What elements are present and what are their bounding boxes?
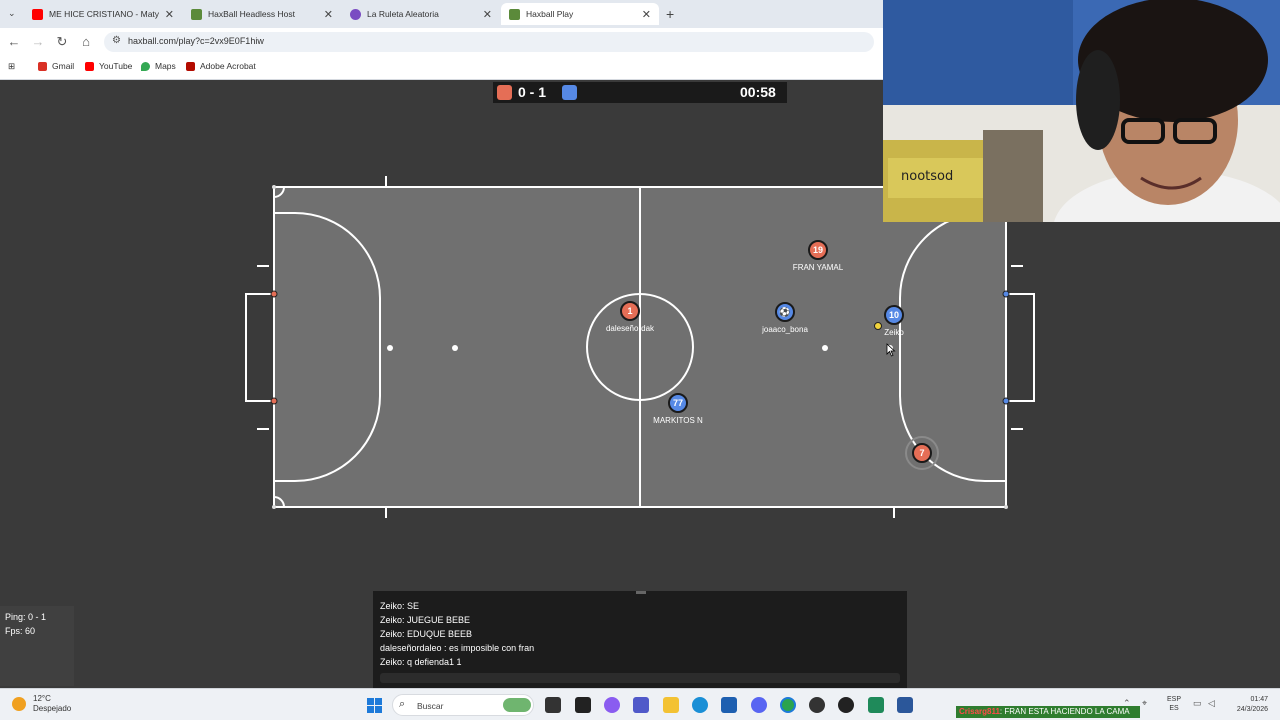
- red-goal-post: [270, 290, 278, 298]
- weather-sun-icon[interactable]: [12, 697, 26, 711]
- left-goal: [245, 293, 274, 402]
- ticker-username: Crisarg811: [959, 707, 1000, 716]
- search-placeholder: Buscar: [417, 701, 444, 711]
- taskbar-date: 24/3/2026: [1236, 706, 1268, 713]
- corner-dot: [272, 505, 276, 509]
- language-indicator[interactable]: ESP ES: [1167, 695, 1181, 713]
- ping-readout: Ping: 0 - 1: [5, 612, 47, 622]
- chat-panel: Zeiko: SE Zeiko: JUEGUE BEBE Zeiko: EDUQ…: [373, 591, 907, 688]
- player-name: daleseñordak: [605, 324, 655, 333]
- fps-readout: Fps: 60: [5, 626, 36, 636]
- player-name: MARKITOS N: [653, 416, 703, 425]
- streamer-webcam-image: nootsod: [883, 0, 1280, 222]
- search-highlight-icon: [503, 698, 531, 712]
- word-icon[interactable]: [897, 697, 913, 713]
- player-number: 7: [919, 448, 925, 458]
- search-icon: ⌕: [399, 698, 406, 710]
- weather-temp: 12°C: [33, 694, 51, 703]
- player-number: 10: [888, 310, 899, 320]
- webcam-overlay: nootsod: [883, 0, 1280, 222]
- player-disc-blue: 10: [884, 305, 904, 325]
- teams-icon[interactable]: [633, 697, 649, 713]
- ball: [874, 322, 882, 330]
- ticker-message: : FRAN ESTA HACIENDO LA CAMA: [999, 707, 1130, 716]
- stream-chat-ticker: Crisarg811: FRAN ESTA HACIENDO LA CAMA: [956, 706, 1140, 718]
- taskbar-time: 01:47: [1250, 696, 1268, 703]
- penalty-spot: [387, 345, 393, 351]
- chat-message: Zeiko: q defienda1 1: [380, 657, 462, 667]
- player-disc-red: 19: [808, 240, 828, 260]
- weather-desc: Despejado: [33, 704, 72, 713]
- player-name: joaaco_bona: [762, 325, 808, 334]
- task-view-icon[interactable]: [545, 697, 561, 713]
- chat-message: Zeiko: JUEGUE BEBE: [380, 615, 471, 625]
- player-disc-red: 1: [620, 301, 640, 321]
- weather-widget[interactable]: 12°C Despejado: [33, 694, 71, 714]
- media-player-icon[interactable]: [838, 697, 854, 713]
- second-penalty-spot: [822, 345, 828, 351]
- right-goal: [1006, 293, 1035, 402]
- capcut-icon[interactable]: [575, 697, 591, 713]
- mouse-cursor-icon: [886, 343, 896, 357]
- chat-message: Zeiko: EDUQUE BEEB: [380, 629, 473, 639]
- player-number: 1: [627, 306, 633, 316]
- player-name: FRAN YAMAL: [792, 263, 844, 272]
- match-clock: 00:58: [740, 84, 776, 100]
- file-explorer-icon[interactable]: [663, 697, 679, 713]
- player-number: 19: [812, 245, 823, 255]
- chat-resize-handle[interactable]: [636, 591, 646, 594]
- windows-start-icon[interactable]: [367, 698, 382, 713]
- svg-text:nootsod: nootsod: [901, 169, 953, 184]
- score-text: 0 - 1: [518, 84, 547, 100]
- player-number: 77: [672, 398, 683, 408]
- obs-icon[interactable]: [809, 697, 825, 713]
- red-goal-post: [270, 397, 278, 405]
- taskbar-search[interactable]: ⌕ Buscar: [392, 694, 534, 716]
- screen: ⌄ ME HICE CRISTIANO - Matysito ✕ HaxBall…: [0, 0, 1280, 720]
- player-number: ⚽: [779, 306, 791, 317]
- blue-goal-post: [1002, 290, 1010, 298]
- copilot-icon[interactable]: [604, 697, 620, 713]
- clock-widget[interactable]: 01:47 24/3/2026: [1222, 695, 1268, 715]
- player-disc-blue: 77: [668, 393, 688, 413]
- corner-dot: [1004, 505, 1008, 509]
- second-penalty-spot: [452, 345, 458, 351]
- location-icon[interactable]: ⌖: [1142, 698, 1147, 709]
- player-disc-red: 7: [912, 443, 932, 463]
- chrome-icon[interactable]: [780, 697, 796, 713]
- chat-input[interactable]: [380, 673, 900, 683]
- volume-icon[interactable]: ◁: [1208, 698, 1215, 709]
- player-disc-blue: ⚽: [775, 302, 795, 322]
- network-stats-panel: Ping: 0 - 1 Fps: 60: [0, 606, 74, 686]
- player-name: Zeiko: [884, 328, 904, 337]
- blue-team-square: [562, 85, 577, 100]
- keyboard-layout: ES: [1169, 705, 1179, 712]
- chat-message: daleseñordaleo : es imposible con fran: [380, 643, 535, 653]
- corner-dot: [272, 185, 276, 189]
- chat-message: Zeiko: SE: [380, 601, 420, 611]
- network-icon[interactable]: ▭: [1193, 698, 1202, 709]
- red-team-square: [497, 85, 512, 100]
- blue-goal-post: [1002, 397, 1010, 405]
- language-code: ESP: [1167, 696, 1182, 703]
- notepad-icon[interactable]: [868, 697, 884, 713]
- discord-icon[interactable]: [751, 697, 767, 713]
- store-icon[interactable]: [721, 697, 737, 713]
- edge-icon[interactable]: [692, 697, 708, 713]
